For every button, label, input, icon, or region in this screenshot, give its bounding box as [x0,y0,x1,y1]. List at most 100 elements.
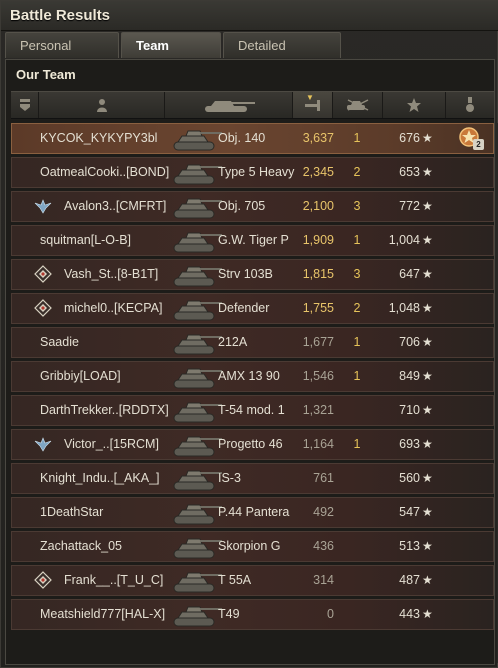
player-name[interactable]: OatmealCooki..[BOND] [40,158,170,187]
squad-icon [19,99,30,111]
medal-icon [466,97,474,112]
experience-star-icon: ★ [422,607,433,621]
title-bar: Battle Results [1,1,498,31]
damage-value: 1,909 [302,233,334,247]
table-row[interactable]: OatmealCooki..[BOND] Type 5 Heavy 2,345 2 65… [11,157,494,188]
experience-value: 653 [399,165,420,179]
damage-value: 1,546 [302,369,334,383]
kills-icon [346,99,368,111]
damage-value: 0 [327,607,334,621]
player-name[interactable]: Meatshield777[HAL-X] [40,600,170,629]
experience-value: 710 [399,403,420,417]
player-name[interactable]: squitman[L-O-B] [40,226,170,255]
player-name[interactable]: Gribbiy[LOAD] [40,362,170,391]
battle-results-window: Battle Results Personal Score Team Score… [0,0,498,668]
player-name[interactable]: 1DeathStar [40,498,170,527]
table-row[interactable]: Vash_St..[8-B1T] Strv 103B 1,815 3 647 ★ [11,259,494,290]
squad-wings-icon [34,435,56,454]
table-row[interactable]: Meatshield777[HAL-X] T49 0 443 ★ [11,599,494,630]
table-row[interactable]: Victor_..[15RCM] Progetto 46 1,164 1 693 ★ [11,429,494,460]
experience-value: 443 [399,607,420,621]
table-row[interactable]: 1DeathStar P.44 Pantera 492 547 ★ [11,497,494,528]
experience-star-icon: ★ [422,539,433,553]
medal-count-badge: 2 [473,139,484,150]
damage-value: 2,345 [302,165,334,179]
experience-value: 772 [399,199,420,213]
achievement-medal[interactable]: 2 [458,126,488,152]
squad-diamond-icon [34,299,56,318]
player-name[interactable]: Zachattack_05 [40,532,170,561]
table-row[interactable]: Gribbiy[LOAD] AMX 13 90 1,546 1 849 ★ [11,361,494,392]
damage-value: 492 [313,505,334,519]
experience-value: 676 [399,131,420,145]
squad-wings-icon [34,197,56,216]
tab-team-score[interactable]: Team Score [121,32,221,79]
table-row-self[interactable]: KYCOK_KYKYPY3bl Obj. 140 3,637 1 676 ★ 2 [11,123,494,154]
tab-detailed-report[interactable]: Detailed Report [223,32,341,79]
squad-diamond-icon [34,571,56,590]
experience-star-icon: ★ [422,437,433,451]
table-row[interactable]: Avalon3..[CMFRT] Obj. 705 2,100 3 772 ★ [11,191,494,222]
experience-star-icon: ★ [422,403,433,417]
player-name[interactable]: Victor_..[15RCM] [64,430,172,459]
damage-value: 1,321 [302,403,334,417]
player-name[interactable]: Saadie [40,328,170,357]
column-tank[interactable] [165,92,293,118]
column-squad[interactable] [11,92,39,118]
experience-star-icon: ★ [422,369,433,383]
player-name[interactable]: DarthTrekker..[RDDTX] [40,396,170,425]
section-title: Our Team [16,67,76,82]
experience-value: 706 [399,335,420,349]
damage-value: 2,100 [302,199,334,213]
experience-value: 513 [399,539,420,553]
damage-value: 761 [313,471,334,485]
experience-star-icon: ★ [422,301,433,315]
table-row[interactable]: Frank__..[T_U_C] T 55A 314 487 ★ [11,565,494,596]
experience-star-icon: ★ [422,505,433,519]
table-row[interactable]: michel0..[KECPA] Defender 1,755 2 1,048 ★ [11,293,494,324]
column-player[interactable] [39,92,165,118]
experience-value: 487 [399,573,420,587]
experience-value: 647 [399,267,420,281]
sort-desc-icon: ▼ [306,93,314,102]
damage-value: 1,755 [302,301,334,315]
experience-value: 849 [399,369,420,383]
player-name[interactable]: Knight_Indu..[_AKA_] [40,464,170,493]
table-row[interactable]: Zachattack_05 Skorpion G 436 513 ★ [11,531,494,562]
player-name[interactable]: Avalon3..[CMFRT] [64,192,172,221]
damage-value: 314 [313,573,334,587]
player-name[interactable]: michel0..[KECPA] [64,294,172,323]
column-medals[interactable] [446,92,494,118]
experience-star-icon: ★ [422,573,433,587]
table-row[interactable]: Knight_Indu..[_AKA_] IS-3 761 560 ★ [11,463,494,494]
damage-value: 436 [313,539,334,553]
tab-personal-score[interactable]: Personal Score [5,32,119,79]
table-row[interactable]: squitman[L-O-B] G.W. Tiger P 1,909 1 1,004 ★ [11,225,494,256]
column-damage[interactable]: ▼ [293,92,333,118]
player-name[interactable]: Frank__..[T_U_C] [64,566,172,595]
table-row[interactable]: Saadie 212A 1,677 1 706 ★ [11,327,494,358]
experience-star-icon: ★ [422,471,433,485]
experience-value: 1,048 [388,301,420,315]
experience-value: 693 [399,437,420,451]
experience-value: 547 [399,505,420,519]
damage-value: 1,677 [302,335,334,349]
experience-value: 1,004 [388,233,420,247]
player-name[interactable]: Vash_St..[8-B1T] [64,260,172,289]
damage-value: 1,815 [302,267,334,281]
table-row[interactable]: DarthTrekker..[RDDTX] T-54 mod. 1 1,321 710… [11,395,494,426]
tank-icon [204,101,255,112]
column-kills[interactable] [333,92,383,118]
experience-star-icon: ★ [422,199,433,213]
player-name[interactable]: KYCOK_KYKYPY3bl [40,124,170,153]
player-icon [96,99,107,112]
window-title: Battle Results [10,7,111,24]
tab-bar: Personal Score Team Score Detailed Repor… [5,32,343,79]
experience-star-icon: ★ [422,131,433,145]
team-score-panel: Our Team ▼ KYCOK_KYKYPY3bl Obj. 140 3,63… [5,59,498,665]
column-experience[interactable] [383,92,446,118]
experience-star-icon: ★ [422,267,433,281]
experience-star-icon: ★ [422,165,433,179]
experience-star-icon: ★ [422,233,433,247]
squad-diamond-icon [34,265,56,284]
